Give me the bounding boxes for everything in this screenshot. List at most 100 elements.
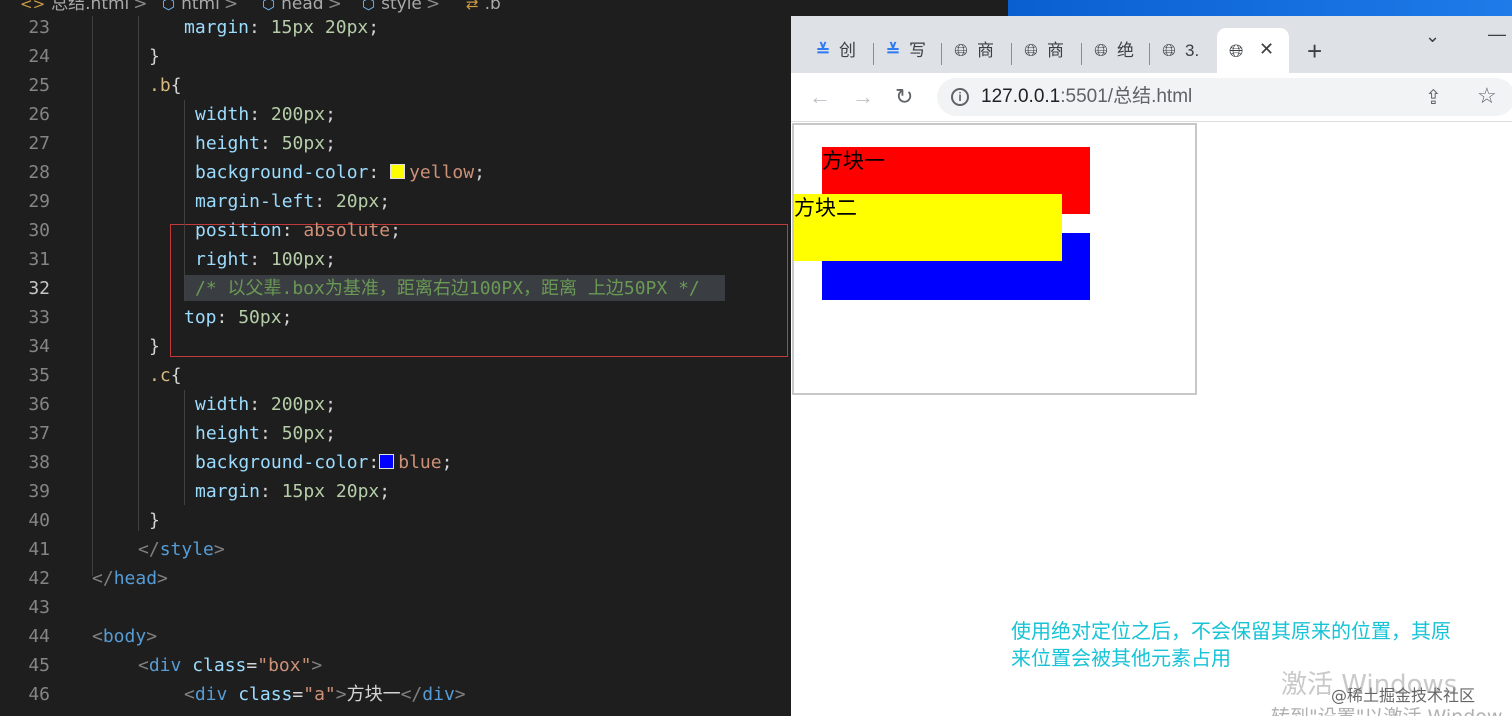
address-bar: ← → ↻ i 127.0.0.1:5501/总结.html ⇪ ☆: [791, 73, 1512, 122]
star-icon[interactable]: ☆: [1477, 83, 1497, 109]
html-attr: class: [192, 655, 247, 676]
line-number: 26: [28, 104, 50, 125]
line-number: 41: [28, 539, 50, 560]
browser-tab[interactable]: ≚ 创: [813, 37, 856, 73]
code-line[interactable]: .b{: [149, 76, 182, 105]
code-line-current[interactable]: /* 以父辈.box为基准，距离右边100PX，距离 上边50PX */: [195, 279, 700, 308]
code-line[interactable]: }: [149, 337, 160, 366]
chevron-right-icon: >: [133, 0, 148, 14]
indent-guide: [184, 100, 185, 300]
activation-watermark-sub: 转到"设置"以激活 Window: [1271, 702, 1502, 716]
info-icon[interactable]: i: [951, 88, 969, 106]
html-tag: div: [422, 684, 455, 705]
color-swatch[interactable]: [379, 454, 395, 469]
color-swatch[interactable]: [390, 164, 406, 179]
css-selector: .b: [149, 75, 171, 96]
url-text: 127.0.0.1:5501/总结.html: [981, 86, 1193, 107]
cube-icon: ⬡: [262, 0, 276, 13]
line-number: 43: [28, 597, 50, 618]
line-number: 38: [28, 452, 50, 473]
closing-brace: }: [149, 510, 160, 531]
cube-icon: ⬡: [362, 0, 376, 13]
share-icon[interactable]: ⇪: [1425, 85, 1442, 110]
code-line[interactable]: background-color: yellow;: [195, 163, 485, 192]
breadcrumb-head[interactable]: ⬡ head >: [262, 0, 346, 14]
code-line[interactable]: margin: 15px 20px;: [184, 18, 379, 47]
chevron-down-icon[interactable]: ⌄: [1425, 26, 1440, 47]
code-line[interactable]: <body>: [92, 627, 157, 656]
minimize-icon[interactable]: —: [1488, 24, 1506, 45]
browser-tab[interactable]: 🌐︎ 商: [951, 37, 994, 73]
line-number: 23: [28, 17, 50, 38]
css-value: 15px 20px: [281, 481, 380, 502]
code-line[interactable]: .c{: [149, 366, 182, 395]
css-property: width: [195, 394, 250, 415]
line-number: 37: [28, 423, 50, 444]
browser-window: ≚ 创 ≚ 写 🌐︎ 商 🌐︎ 商 🌐︎ 绝 🌐︎ 3. 🌐︎ ✕ + ⌄ — ← → ↻ …: [791, 16, 1512, 716]
code-line[interactable]: margin-left: 20px;: [195, 192, 390, 221]
breadcrumb-file[interactable]: <> 总结.html >: [20, 0, 152, 14]
breadcrumb-rule[interactable]: ⇄ .b: [466, 0, 501, 14]
code-line[interactable]: </style>: [138, 540, 225, 569]
code-line[interactable]: <div class="a">方块一</div>: [184, 685, 466, 714]
code-line[interactable]: background-color: blue;: [195, 453, 452, 482]
forward-icon[interactable]: →: [852, 85, 874, 109]
css-value: 50px: [281, 133, 326, 154]
html-attr: class: [238, 684, 293, 705]
browser-tab[interactable]: 🌐︎ 商: [1021, 37, 1064, 73]
line-number: 35: [28, 365, 50, 386]
line-number: 44: [28, 626, 50, 647]
line-number: 42: [28, 568, 50, 589]
line-number: 29: [28, 191, 50, 212]
line-number: 31: [28, 249, 50, 270]
opening-brace: {: [170, 75, 182, 96]
code-line[interactable]: width: 200px;: [195, 105, 336, 134]
indent-guide: [138, 16, 139, 531]
line-number: 46: [28, 684, 50, 705]
css-rule-icon: ⇄: [466, 0, 479, 13]
code-line[interactable]: width: 200px;: [195, 395, 336, 424]
csdn-icon: ≚: [815, 41, 831, 60]
demo-box-container: 方块一 方块二: [792, 123, 1197, 395]
browser-tab[interactable]: ≚ 写: [883, 37, 926, 73]
reload-icon[interactable]: ↻: [895, 85, 913, 109]
line-number: 27: [28, 133, 50, 154]
browser-tab-active[interactable]: 🌐︎ ✕: [1217, 28, 1289, 73]
new-tab-icon[interactable]: +: [1307, 38, 1322, 64]
css-value: absolute: [303, 220, 391, 241]
code-line[interactable]: position: absolute;: [195, 221, 401, 250]
line-number: 30: [28, 220, 50, 241]
back-icon[interactable]: ←: [809, 85, 831, 109]
globe-icon: 🌐︎: [1094, 41, 1108, 60]
chevron-right-icon: >: [425, 0, 441, 14]
css-property: width: [195, 104, 250, 125]
code-line[interactable]: height: 50px;: [195, 134, 336, 163]
code-line[interactable]: <div class="box">: [138, 656, 322, 685]
url-input[interactable]: i 127.0.0.1:5501/总结.html ⇪ ☆: [937, 78, 1512, 116]
line-number: 39: [28, 481, 50, 502]
line-number: 24: [28, 46, 50, 67]
tab-divider: [1011, 43, 1012, 65]
css-property: right: [195, 249, 250, 270]
browser-tab[interactable]: 🌐︎ 绝: [1091, 37, 1134, 73]
globe-icon: 🌐︎: [1162, 41, 1176, 60]
breadcrumb-style[interactable]: ⬡ style >: [362, 0, 444, 14]
chevron-right-icon: >: [223, 0, 239, 14]
cube-icon: ⬡: [162, 0, 176, 13]
code-comment: /* 以父辈.box为基准，距离右边100PX，距离 上边50PX */: [195, 278, 700, 299]
indent-guide: [184, 390, 185, 505]
code-line[interactable]: }: [149, 511, 160, 540]
code-line[interactable]: margin: 15px 20px;: [195, 482, 390, 511]
code-line[interactable]: }: [149, 47, 160, 76]
code-editor[interactable]: 23 24 25 26 27 28 29 30 31 32 33 34 35 3…: [0, 0, 791, 716]
browser-tab[interactable]: 🌐︎ 3.: [1159, 37, 1199, 73]
line-number: 28: [28, 162, 50, 183]
close-tab-icon[interactable]: ✕: [1259, 39, 1274, 60]
code-line[interactable]: height: 50px;: [195, 424, 336, 453]
code-line[interactable]: </head>: [92, 569, 168, 598]
breadcrumb-html[interactable]: ⬡ html >: [162, 0, 242, 14]
code-line[interactable]: right: 100px;: [195, 250, 336, 279]
html-tag: head: [113, 568, 158, 589]
line-number-current: 32: [28, 278, 50, 299]
code-line[interactable]: top: 50px;: [184, 308, 292, 337]
